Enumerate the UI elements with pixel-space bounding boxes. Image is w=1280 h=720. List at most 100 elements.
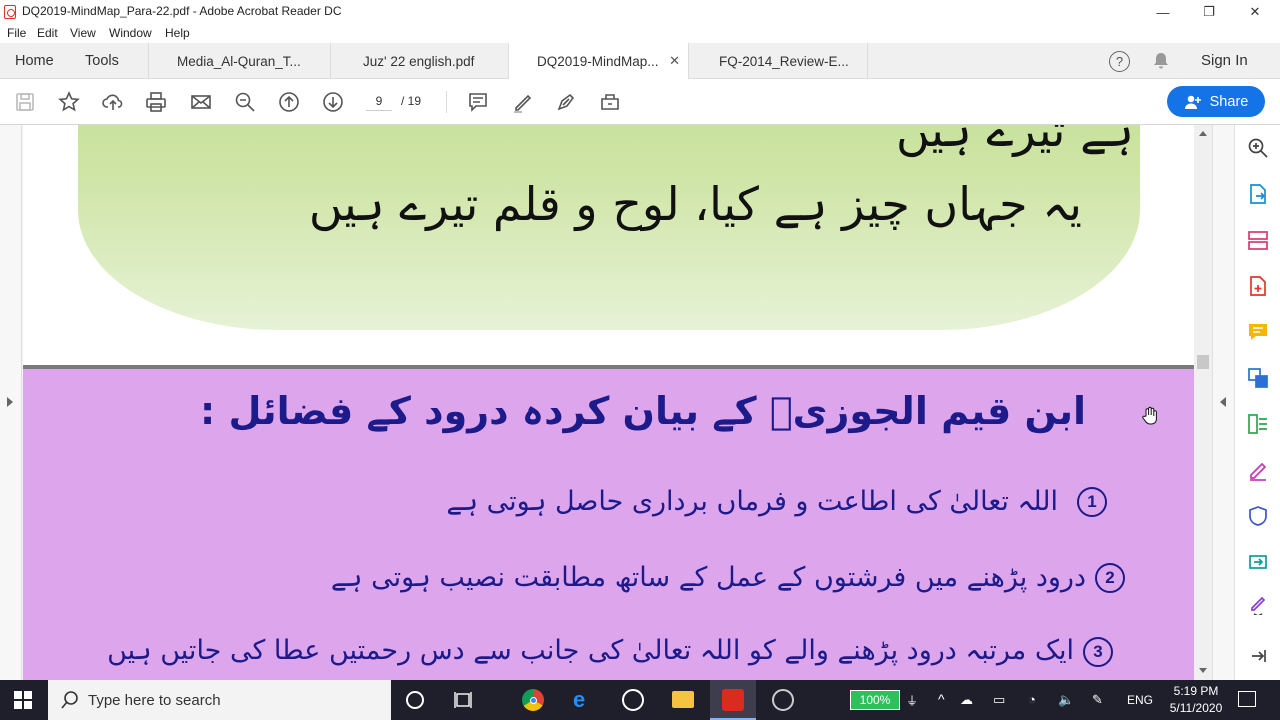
scroll-down-icon[interactable]	[1199, 668, 1207, 673]
menu-bar: File Edit View Window Help	[0, 24, 1280, 43]
acrobat-taskbar-button[interactable]	[710, 680, 756, 720]
toolbar-separator	[446, 91, 447, 113]
tray-arrow-icon[interactable]: ^	[938, 691, 945, 707]
item-number-3: 3	[1083, 637, 1113, 667]
partial-top-line: ہے تیرے ہیں	[895, 125, 1134, 157]
volume-icon[interactable]: 🔈	[1058, 692, 1074, 708]
clock-date[interactable]: 5/11/2020	[1160, 701, 1232, 715]
share-button[interactable]: Share	[1167, 86, 1265, 117]
scroll-thumb[interactable]	[1197, 355, 1209, 369]
acrobat-app-icon	[4, 5, 16, 19]
item-number-2: 2	[1095, 563, 1125, 593]
search-placeholder: Type here to search	[88, 691, 221, 709]
item-text-1: اللہ تعالیٰ کی اطاعت و فرماں برداری حاصل…	[446, 486, 1058, 517]
fill-sign-icon[interactable]	[1247, 459, 1269, 481]
email-icon[interactable]	[188, 89, 214, 115]
clock-time[interactable]: 5:19 PM	[1166, 684, 1226, 698]
chrome-center-icon	[530, 697, 537, 704]
sign-in-link[interactable]: Sign In	[1201, 52, 1248, 69]
page-number-input[interactable]: 9	[366, 91, 392, 111]
action-center-icon[interactable]	[1238, 691, 1256, 707]
task-view-icon[interactable]	[454, 691, 472, 709]
collapse-right-panel-icon[interactable]	[1220, 397, 1226, 407]
translate-convert-icon[interactable]	[1247, 367, 1269, 389]
search-zoom-icon[interactable]	[1247, 137, 1269, 159]
print-icon[interactable]	[143, 89, 169, 115]
doc-tab-fq2014[interactable]: FQ-2014_Review-E...	[688, 43, 868, 79]
close-window-button[interactable]: ✕	[1232, 0, 1278, 24]
left-panel-collapsed[interactable]	[0, 125, 22, 680]
close-tab-icon[interactable]: ✕	[669, 53, 680, 69]
window-title: DQ2019-MindMap_Para-22.pdf - Adobe Acrob…	[22, 4, 342, 18]
doc-tab-mindmap-label: DQ2019-MindMap...	[537, 54, 659, 69]
menu-window[interactable]: Window	[109, 26, 152, 40]
purple-content-box: ابن قیم الجوزیؒ کے بیان کردہ درود کے فضا…	[23, 369, 1194, 680]
doc-tab-media[interactable]: Media_Al-Quran_T...	[148, 43, 330, 79]
edge-taskbar-icon[interactable]: e	[573, 689, 595, 711]
sign-pen-icon[interactable]	[553, 89, 579, 115]
bookmark-star-icon[interactable]	[56, 89, 82, 115]
toolbar: 9 / 19	[0, 79, 1280, 125]
tab-home[interactable]: Home	[15, 43, 54, 79]
file-explorer-icon[interactable]	[672, 691, 694, 708]
onedrive-cloud-icon[interactable]: ☁	[960, 692, 973, 708]
page-total: / 19	[401, 94, 422, 108]
tab-tools[interactable]: Tools	[85, 43, 119, 79]
send-track-icon[interactable]	[1247, 551, 1269, 573]
pdf-page: ہے تیرے ہیں یہ جہاں چیز ہے کیا، لوح و قل…	[23, 125, 1194, 680]
protect-shield-icon[interactable]	[1247, 505, 1269, 527]
zoom-out-icon[interactable]	[232, 89, 258, 115]
export-pdf-icon[interactable]	[1247, 183, 1269, 205]
scroll-up-icon[interactable]	[1199, 131, 1207, 136]
menu-help[interactable]: Help	[165, 26, 190, 40]
obs-taskbar-icon[interactable]	[772, 689, 794, 711]
hand-cursor-icon	[1141, 406, 1159, 426]
language-indicator[interactable]: ENG	[1127, 693, 1153, 707]
comment-tool-icon[interactable]	[1247, 321, 1269, 343]
help-icon[interactable]: ?	[1109, 51, 1130, 72]
windows-start-icon[interactable]	[14, 691, 32, 709]
share-label: Share	[1209, 93, 1249, 110]
collapse-tools-pane-icon[interactable]	[1247, 645, 1269, 667]
display-icon[interactable]: ▭	[993, 692, 1005, 708]
upload-cloud-icon[interactable]	[100, 89, 126, 115]
previous-page-icon[interactable]	[276, 89, 302, 115]
document-viewer[interactable]: ہے تیرے ہیں یہ جہاں چیز ہے کیا، لوح و قل…	[0, 125, 1234, 680]
highlight-pen-icon[interactable]	[509, 89, 535, 115]
edit-pdf-icon[interactable]	[1247, 413, 1269, 435]
more-tools-pen-icon[interactable]	[1247, 593, 1269, 617]
pen-workspace-icon[interactable]: ✎	[1092, 692, 1103, 708]
photos-app-icon[interactable]	[622, 689, 644, 711]
acrobat-taskbar-icon	[722, 689, 744, 711]
save-icon[interactable]	[12, 89, 38, 115]
doc-tab-juz22[interactable]: Juz' 22 english.pdf	[330, 43, 508, 79]
tab-bar: Home Tools Media_Al-Quran_T... Juz' 22 e…	[0, 43, 1280, 80]
cortana-icon[interactable]	[406, 691, 424, 709]
taskbar-search-box[interactable]: Type here to search	[48, 680, 391, 720]
vertical-scrollbar[interactable]	[1194, 125, 1212, 680]
windows-taskbar: Type here to search e 100% ⏚ ^ ☁ ▭ ◔ 🔈 ✎…	[0, 680, 1280, 720]
battery-indicator[interactable]: 100%	[850, 690, 900, 710]
wifi-icon[interactable]: ◔	[1028, 692, 1036, 707]
menu-edit[interactable]: Edit	[37, 26, 58, 40]
item-text-3: ایک مرتبہ درود پڑھنے والے کو اللہ تعالیٰ…	[107, 635, 1074, 666]
add-user-icon	[1184, 95, 1201, 109]
organize-pages-icon[interactable]	[1247, 229, 1269, 251]
minimize-button[interactable]: —	[1140, 0, 1186, 24]
right-panel-toggle-rail[interactable]	[1212, 125, 1234, 680]
comment-icon[interactable]	[465, 89, 491, 115]
menu-view[interactable]: View	[70, 26, 96, 40]
item-number-1: 1	[1077, 487, 1107, 517]
menu-file[interactable]: File	[7, 26, 26, 40]
notification-bell-icon[interactable]	[1151, 51, 1171, 71]
expand-left-panel-icon[interactable]	[7, 397, 13, 407]
create-pdf-icon[interactable]	[1247, 275, 1269, 297]
next-page-icon[interactable]	[320, 89, 346, 115]
green-box-verse: یہ جہاں چیز ہے کیا، لوح و قلم تیرے ہیں	[308, 177, 1082, 231]
search-icon	[60, 690, 80, 710]
doc-tab-mindmap[interactable]: DQ2019-MindMap... ✕	[508, 43, 688, 80]
restore-button[interactable]: ❐	[1186, 0, 1232, 24]
more-tools-icon[interactable]	[597, 89, 623, 115]
item-text-2: درود پڑھنے میں فرشتوں کے عمل کے ساتھ مطا…	[330, 562, 1086, 593]
tools-pane	[1234, 125, 1280, 680]
